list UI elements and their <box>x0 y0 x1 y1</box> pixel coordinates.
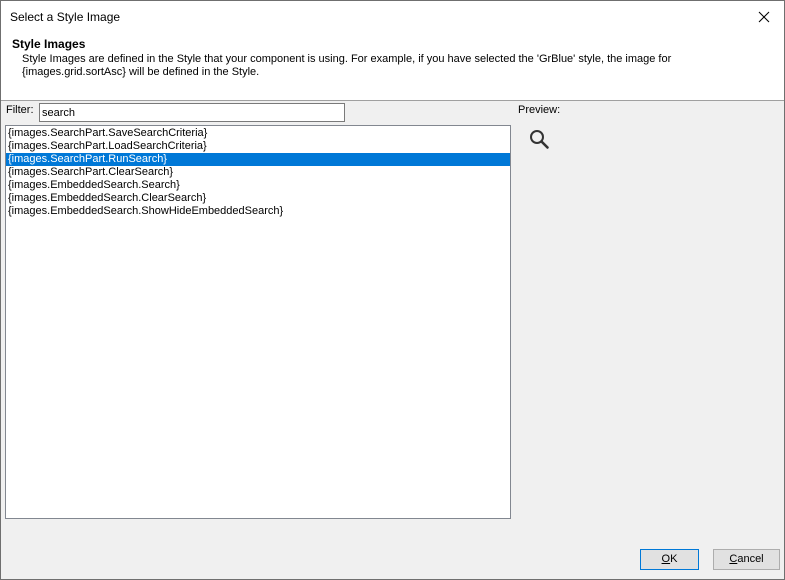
cancel-button[interactable]: Cancel <box>713 549 780 570</box>
close-icon <box>758 11 770 22</box>
header-description: Style Images are defined in the Style th… <box>22 53 672 78</box>
list-item[interactable]: {images.SearchPart.SaveSearchCriteria} <box>6 127 510 140</box>
list-item[interactable]: {images.EmbeddedSearch.ShowHideEmbeddedS… <box>6 205 510 218</box>
cancel-label-rest: ancel <box>737 553 764 565</box>
select-style-image-dialog: Select a Style Image Style Images Style … <box>0 0 785 580</box>
ok-label-rest: K <box>670 553 678 565</box>
filter-input[interactable] <box>39 103 345 122</box>
ok-mnemonic: O <box>661 553 671 565</box>
preview-label: Preview: <box>518 104 561 116</box>
list-item[interactable]: {images.SearchPart.ClearSearch} <box>6 166 510 179</box>
ok-button[interactable]: OK <box>640 549 699 570</box>
filter-label: Filter: <box>6 104 34 116</box>
list-item[interactable]: {images.SearchPart.LoadSearchCriteria} <box>6 140 510 153</box>
header-title: Style Images <box>12 37 86 51</box>
list-item[interactable]: {images.EmbeddedSearch.Search} <box>6 179 510 192</box>
window-title: Select a Style Image <box>10 10 121 24</box>
list-item-selected[interactable]: {images.SearchPart.RunSearch} <box>6 153 510 166</box>
search-icon <box>530 130 549 149</box>
title-bar[interactable]: Select a Style Image <box>1 1 784 32</box>
close-button[interactable] <box>744 1 784 32</box>
style-image-list[interactable]: {images.SearchPart.SaveSearchCriteria} {… <box>5 125 511 519</box>
list-item[interactable]: {images.EmbeddedSearch.ClearSearch} <box>6 192 510 205</box>
header-panel: Style Images Style Images are defined in… <box>1 32 784 101</box>
